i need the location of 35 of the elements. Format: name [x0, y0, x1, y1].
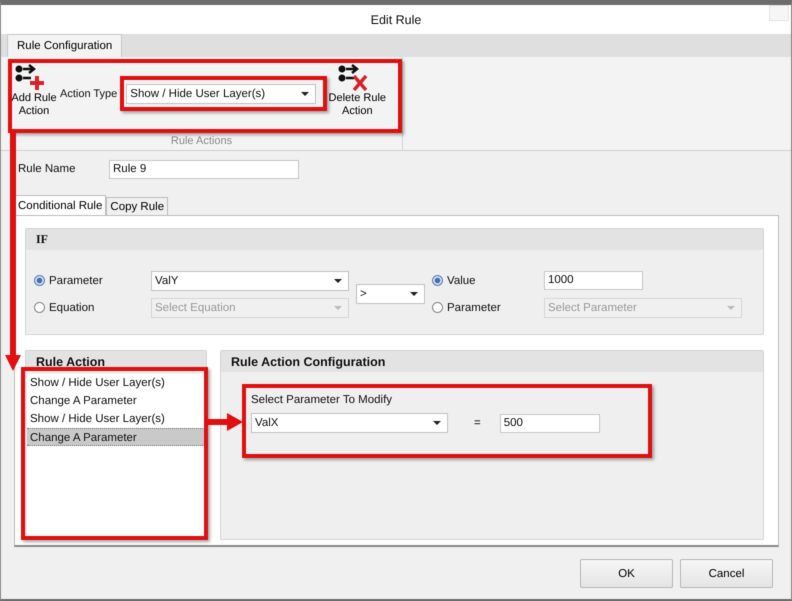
dropdown[interactable]: ValY [151, 270, 349, 290]
delete-action-icon [338, 64, 368, 92]
tab[interactable]: Copy Rule [106, 197, 168, 215]
dialog-button[interactable]: OK [580, 559, 673, 588]
value-field[interactable]: 1000 [544, 271, 643, 290]
parameter-label: Select Parameter To Modify [251, 394, 394, 406]
right-arrow [207, 413, 243, 431]
ribbon-tab[interactable]: Rule Configuration [7, 34, 122, 57]
option-label: Equation [48, 302, 96, 314]
option-label: Parameter [446, 302, 502, 314]
list-item[interactable]: Change A Parameter [27, 392, 205, 410]
parameter-dropdown[interactable]: ValX [251, 413, 448, 433]
option-label: Value [446, 274, 477, 286]
list-item[interactable]: Change A Parameter [27, 428, 205, 446]
delete-rule-action-button[interactable]: Delete Rule Action [326, 64, 388, 118]
operator-dropdown[interactable]: > [356, 284, 425, 304]
rule-name-label: Rule Name [17, 163, 77, 175]
action-type-label: Action Type [60, 88, 118, 100]
add-action-icon [15, 64, 45, 92]
list-item[interactable]: Show / Hide User Layer(s) [27, 374, 205, 392]
list-item[interactable]: Show / Hide User Layer(s) [27, 410, 205, 428]
rule-name-field[interactable]: Rule 9 [109, 160, 299, 178]
value-field[interactable]: 500 [500, 414, 600, 432]
window-title: Edit Rule [370, 12, 422, 26]
group-header: IF [26, 229, 763, 250]
add-rule-action-button[interactable]: Add Rule Action [11, 64, 57, 118]
option-label: Parameter [48, 274, 104, 286]
radio-button[interactable] [432, 275, 443, 286]
group-header: Rule Action Configuration [221, 351, 763, 372]
tab[interactable]: Conditional Rule [14, 195, 106, 215]
action-type-dropdown[interactable]: Show / Hide User Layer(s) [126, 84, 316, 104]
dialog-button[interactable]: Cancel [680, 559, 773, 588]
radio-button[interactable] [34, 275, 45, 286]
equals-sign: = [474, 417, 481, 429]
group-label: Rule Actions [170, 135, 234, 147]
